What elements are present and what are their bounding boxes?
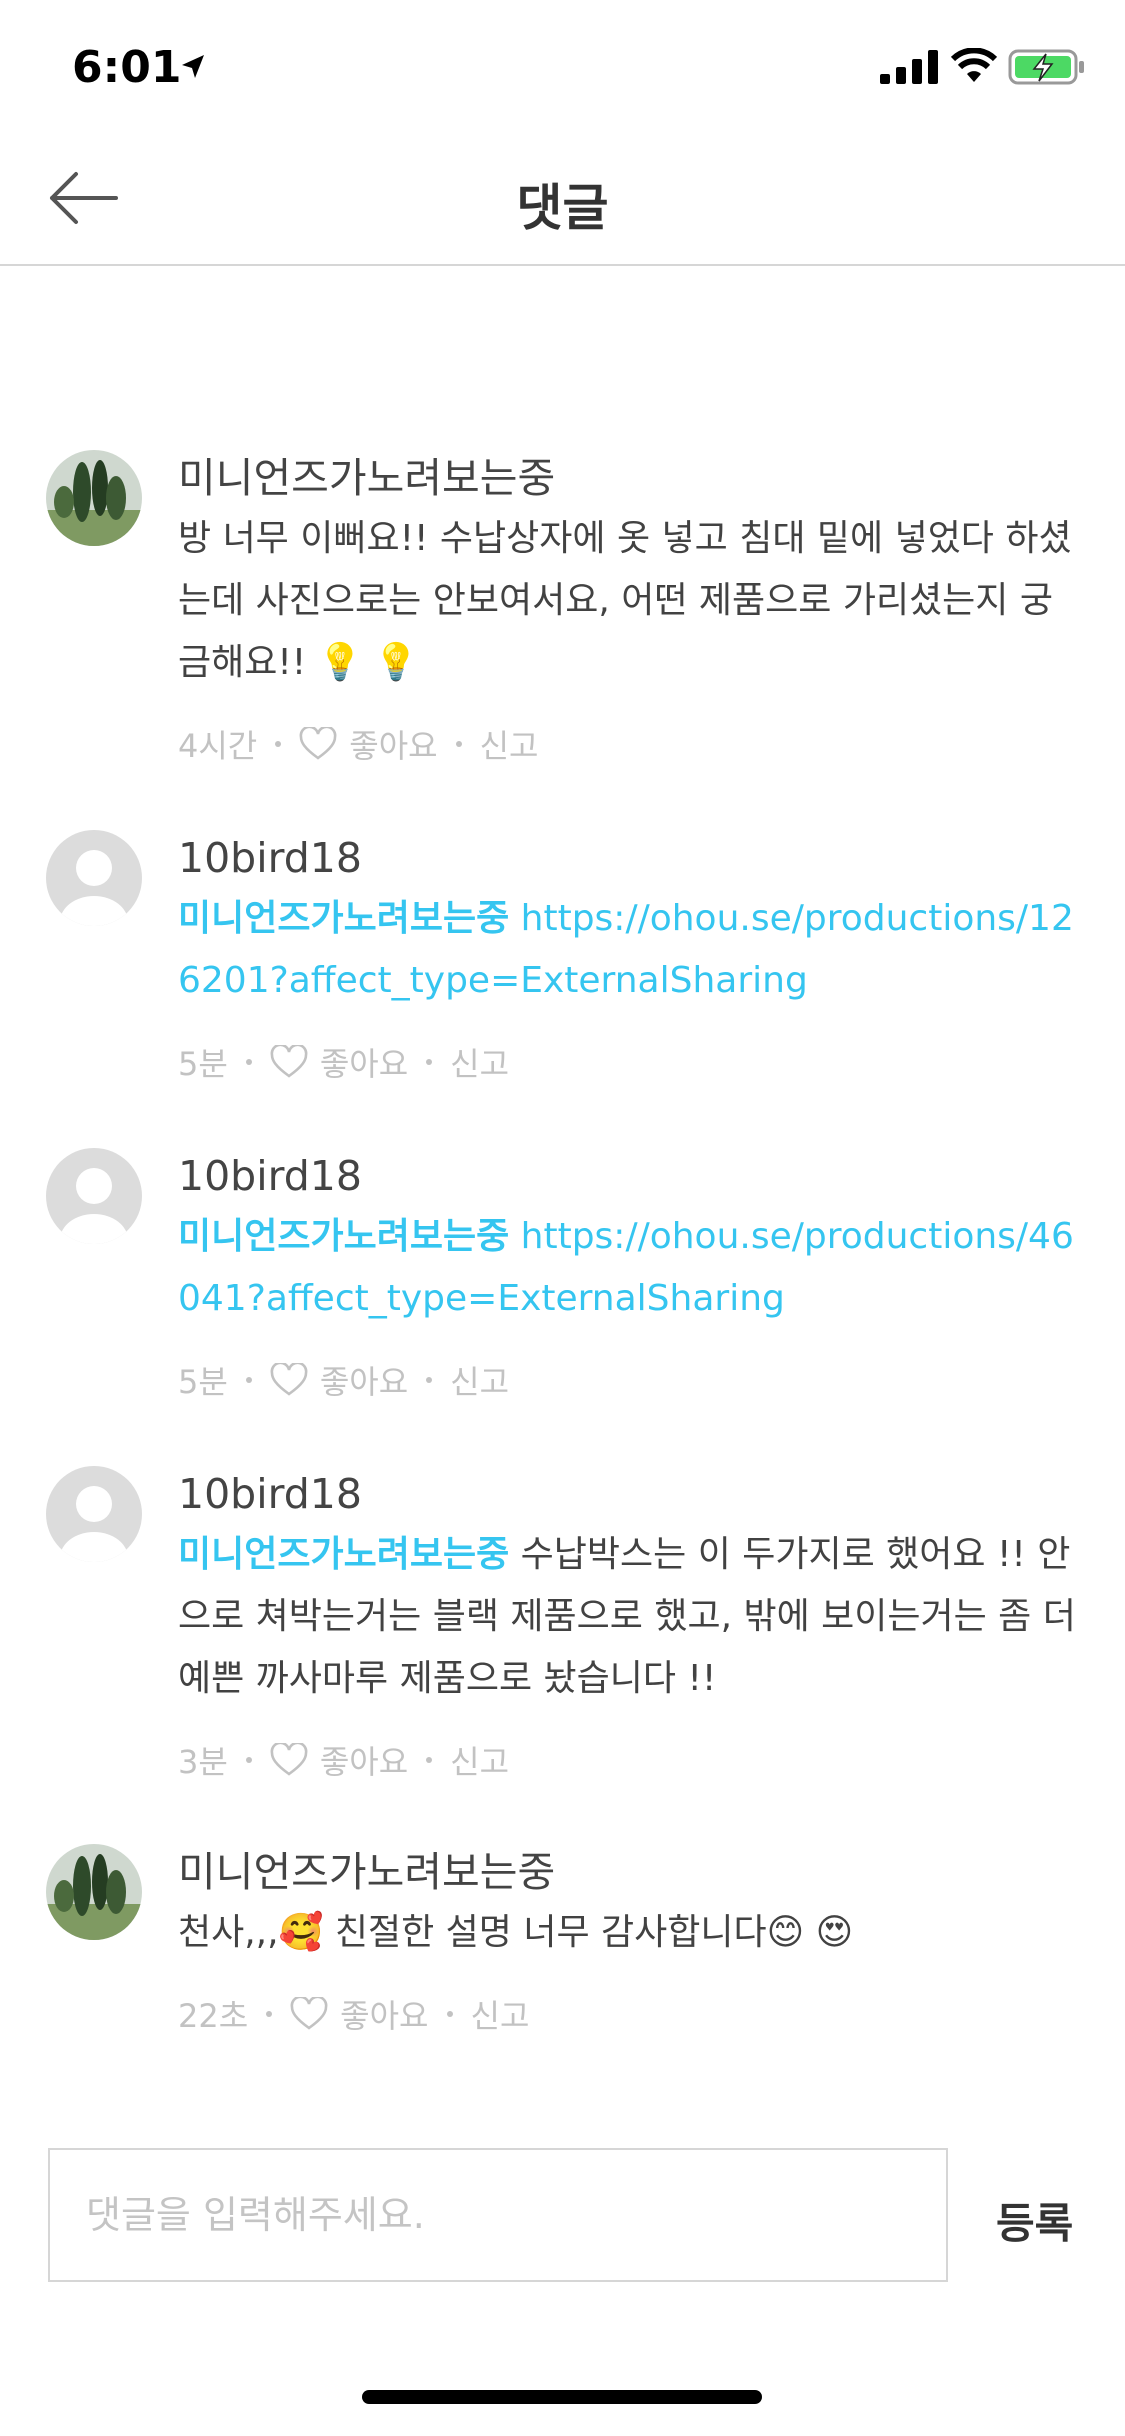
like-button[interactable]: 좋아요: [270, 1357, 408, 1403]
like-label: 좋아요: [340, 1997, 429, 2035]
comment-author[interactable]: 10bird18: [178, 830, 1083, 886]
separator-dot: [426, 1059, 433, 1065]
home-indicator[interactable]: [362, 2390, 762, 2404]
comment-text: 미니언즈가노려보는중 수납박스는 이 두가지로 했어요 !! 안으로 쳐박는거는…: [178, 1524, 1083, 1710]
separator-dot: [245, 1377, 252, 1383]
heart-icon: [270, 1363, 308, 1396]
comment-mention[interactable]: 미니언즈가노려보는중: [178, 898, 509, 939]
report-button[interactable]: 신고: [450, 1737, 509, 1783]
comment-body: 10bird18 미니언즈가노려보는중 https://ohou.se/prod…: [178, 1148, 1083, 1403]
comment-author[interactable]: 미니언즈가노려보는중: [178, 450, 1083, 506]
submit-button[interactable]: 등록: [996, 2190, 1073, 2251]
like-button[interactable]: 좋아요: [290, 1991, 429, 2037]
comment-time: 5분: [178, 1045, 228, 1083]
report-button[interactable]: 신고: [480, 721, 539, 767]
page-title: 댓글: [516, 179, 609, 237]
separator-dot: [245, 1757, 252, 1763]
comment-author[interactable]: 미니언즈가노려보는중: [178, 1844, 1083, 1900]
heart-icon: [270, 1045, 308, 1078]
like-button[interactable]: 좋아요: [270, 1737, 408, 1783]
comment-author[interactable]: 10bird18: [178, 1466, 1083, 1522]
battery-charging-icon: [1008, 49, 1084, 85]
avatar[interactable]: [46, 1148, 142, 1244]
comment-meta: 4시간 좋아요 신고: [178, 721, 1083, 767]
comment-meta: 5분 좋아요 신고: [178, 1357, 1083, 1403]
separator-dot: [266, 2011, 273, 2017]
comment-time: 3분: [178, 1743, 228, 1781]
comment-text-content: 천사,,,🥰 친절한 설명 너무 감사합니다😊 😍: [178, 1912, 854, 1953]
like-label: 좋아요: [349, 727, 438, 765]
comment-mention[interactable]: 미니언즈가노려보는중: [178, 1216, 509, 1257]
comment-body: 미니언즈가노려보는중 방 너무 이뻐요!! 수납상자에 옷 넣고 침대 밑에 넣…: [178, 450, 1083, 767]
comment-meta: 22초 좋아요 신고: [178, 1991, 1083, 2037]
avatar[interactable]: [46, 1844, 142, 1940]
comment-input[interactable]: [50, 2150, 946, 2280]
separator-dot: [245, 1059, 252, 1065]
like-label: 좋아요: [319, 1045, 409, 1083]
comment-text: 미니언즈가노려보는중 https://ohou.se/productions/1…: [178, 888, 1083, 1012]
comment-text: 미니언즈가노려보는중 https://ohou.se/productions/4…: [178, 1206, 1083, 1330]
comment-text-content: 방 너무 이뻐요!! 수납상자에 옷 넣고 침대 밑에 넣었다 하셨는데 사진으…: [178, 518, 1072, 683]
location-arrow-icon: [182, 55, 204, 78]
like-label: 좋아요: [319, 1743, 409, 1781]
heart-icon: [290, 1997, 328, 2030]
comment-mention[interactable]: 미니언즈가노려보는중: [178, 1534, 509, 1575]
comment-body: 10bird18 미니언즈가노려보는중 수납박스는 이 두가지로 했어요 !! …: [178, 1466, 1083, 1783]
comment-body: 10bird18 미니언즈가노려보는중 https://ohou.se/prod…: [178, 830, 1083, 1085]
header: 댓글: [0, 132, 1125, 266]
status-bar: 6:01: [0, 0, 1125, 132]
separator-dot: [455, 741, 462, 747]
heart-icon: [299, 727, 337, 760]
comment-time: 4시간: [178, 727, 258, 765]
comment-author[interactable]: 10bird18: [178, 1148, 1083, 1204]
avatar[interactable]: [46, 450, 142, 546]
separator-dot: [426, 1757, 433, 1763]
default-profile-icon: [46, 830, 142, 926]
heart-icon: [270, 1743, 308, 1776]
report-button[interactable]: 신고: [450, 1039, 509, 1085]
like-label: 좋아요: [319, 1363, 409, 1401]
separator-dot: [275, 741, 282, 747]
comment-text: 방 너무 이뻐요!! 수납상자에 옷 넣고 침대 밑에 넣었다 하셨는데 사진으…: [178, 508, 1083, 694]
avatar[interactable]: [46, 830, 142, 926]
report-button[interactable]: 신고: [450, 1357, 509, 1403]
like-button[interactable]: 좋아요: [299, 721, 438, 767]
comment-input-box: [48, 2148, 948, 2282]
status-time: 6:01: [72, 42, 182, 93]
tree-photo-avatar: [46, 1844, 142, 1940]
report-button[interactable]: 신고: [471, 1991, 530, 2037]
comment-body: 미니언즈가노려보는중 천사,,,🥰 친절한 설명 너무 감사합니다😊 😍 22초…: [178, 1844, 1083, 2037]
wifi-icon: [950, 48, 998, 82]
comment-meta: 3분 좋아요 신고: [178, 1737, 1083, 1783]
separator-dot: [446, 2011, 453, 2017]
like-button[interactable]: 좋아요: [270, 1039, 408, 1085]
comment-time: 5분: [178, 1363, 228, 1401]
comment-time: 22초: [178, 1997, 249, 2035]
comment-text: 천사,,,🥰 친절한 설명 너무 감사합니다😊 😍: [178, 1902, 1083, 1964]
default-profile-icon: [46, 1148, 142, 1244]
tree-photo-avatar: [46, 450, 142, 546]
separator-dot: [426, 1377, 433, 1383]
avatar[interactable]: [46, 1466, 142, 1562]
default-profile-icon: [46, 1466, 142, 1562]
cellular-signal-icon: [880, 50, 938, 84]
comment-meta: 5분 좋아요 신고: [178, 1039, 1083, 1085]
